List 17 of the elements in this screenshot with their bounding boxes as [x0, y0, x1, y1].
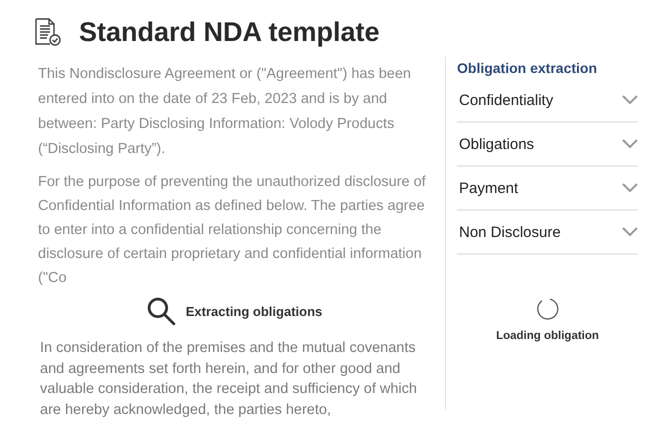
panel-title: Obligation extraction [457, 59, 598, 76]
chevron-down-icon [622, 183, 638, 193]
search-icon [146, 296, 176, 326]
paragraph: In consideration of the premises and the mutual covenants and agreements set forth herein, and for other good and valuable consideration, the receipt and sufficiency of which are hereby acknowledged, the parties hereto, [39, 339, 418, 420]
chevron-down-icon [622, 139, 638, 149]
status-label: Extracting obligations [186, 304, 322, 318]
accordion-item[interactable]: Confidentiality [457, 79, 638, 123]
chevron-down-icon [622, 95, 638, 105]
paragraph: This Nondisclosure Agreement or ("Agreement") has been entered into on the date of 23 Feb, 2023 and is by and between: Party Disclosing Information: Volody Products (“Disclosing Party”). [38, 65, 412, 159]
accordion-item[interactable]: Payment [457, 167, 638, 211]
paragraph: For the purpose of preventing the unauthorized disclosure of Confidential Information as defined below. The parties agree to enter into a confidential relationship concerning the disclosure of certain proprietary and confidential information ("Co [38, 173, 427, 288]
chevron-down-icon [622, 227, 638, 237]
page-title: Standard NDA template [79, 16, 380, 48]
spinner-icon [536, 297, 560, 321]
accordion-item[interactable]: Non Disclosure [457, 211, 638, 255]
accordion-item[interactable]: Obligations [457, 123, 638, 167]
loading-label: Loading obligation [496, 330, 599, 342]
